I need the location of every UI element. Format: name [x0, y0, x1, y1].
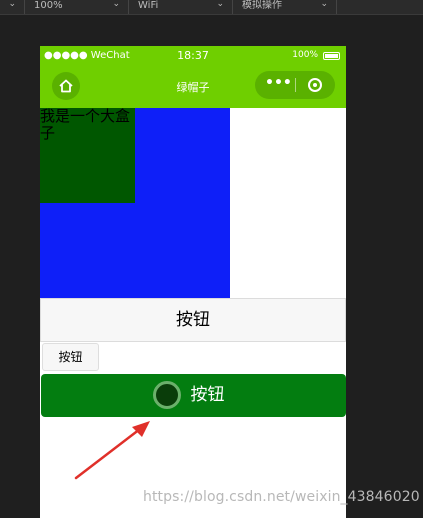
tap-indicator — [153, 381, 181, 409]
inner-green-box: 我是一个大盒子 — [40, 108, 135, 203]
mini-button[interactable]: 按钮 — [42, 343, 99, 371]
chevron-down-icon: ⌄ — [8, 0, 16, 9]
status-bar: ●●●●● WeChat 18:37 100% — [40, 46, 346, 66]
simulator-toolbar: ⌄ 100% ⌄ WiFi ⌄ 模拟操作 ⌄ — [0, 0, 423, 15]
network-value: WiFi — [138, 0, 159, 11]
default-button[interactable]: 按钮 — [40, 298, 346, 342]
chevron-down-icon: ⌄ — [216, 0, 224, 9]
red-arrow-annotation — [74, 421, 150, 480]
capsule-divider — [295, 78, 296, 92]
more-dots-icon[interactable]: ••• — [265, 76, 292, 90]
chevron-down-icon: ⌄ — [320, 0, 328, 9]
mini-button-label: 按钮 — [58, 350, 83, 364]
mode-dropdown[interactable]: 模拟操作 ⌄ — [238, 0, 334, 14]
chevron-down-icon: ⌄ — [112, 0, 120, 9]
primary-button-label: 按钮 — [190, 385, 225, 405]
battery-icon — [323, 52, 340, 60]
primary-button[interactable]: 按钮 — [41, 374, 346, 417]
network-dropdown[interactable]: WiFi ⌄ — [134, 0, 230, 14]
toolbar-divider — [128, 0, 129, 14]
target-circle-icon[interactable] — [308, 78, 322, 92]
battery-percent: 100% — [292, 50, 318, 60]
toolbar-dropdown-device[interactable]: ⌄ — [0, 0, 22, 14]
zoom-dropdown[interactable]: 100% ⌄ — [30, 0, 126, 14]
watermark-text: https://blog.csdn.net/weixin_43846020 — [143, 489, 420, 505]
menu-capsule: ••• — [255, 71, 335, 99]
default-button-label: 按钮 — [176, 310, 210, 330]
toolbar-divider — [336, 0, 337, 14]
toolbar-divider — [232, 0, 233, 14]
toolbar-divider — [24, 0, 25, 14]
inner-box-text: 我是一个大盒子 — [40, 107, 131, 142]
nav-bar: 绿帽子 ••• — [40, 66, 346, 108]
mode-value: 模拟操作 — [242, 0, 282, 11]
zoom-value: 100% — [34, 0, 63, 11]
